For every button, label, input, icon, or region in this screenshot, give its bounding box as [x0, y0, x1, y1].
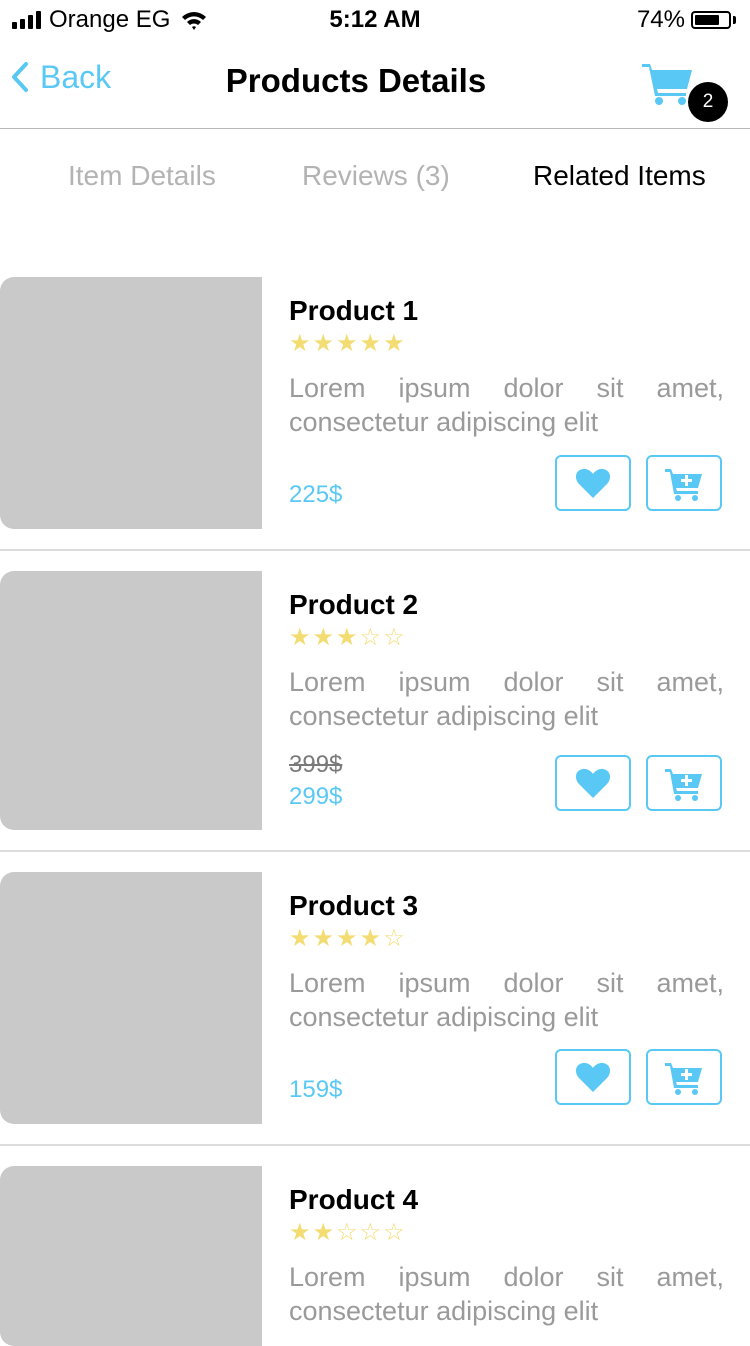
product-description: Lorem ipsum dolor sit amet, consectetur … [289, 667, 724, 731]
product-name: Product 2 [289, 589, 419, 620]
product-price: 225$ [289, 481, 343, 508]
product-card[interactable]: Product 2 ★★★☆☆ Lorem ipsum dolor sit am… [0, 571, 750, 830]
status-right: 74% [637, 6, 736, 34]
battery-percent: 74% [636, 6, 685, 33]
product-description: Lorem ipsum dolor sit amet, consectetur … [289, 968, 724, 1032]
add-to-cart-button[interactable] [646, 755, 722, 811]
tab-item-details[interactable]: Item Details [68, 160, 216, 192]
favorite-button[interactable] [555, 755, 631, 811]
divider [0, 549, 750, 551]
battery-cap [733, 16, 736, 24]
cart-count-badge: 2 [688, 82, 728, 122]
tab-reviews[interactable]: Reviews (3) [302, 160, 450, 192]
product-image [0, 872, 262, 1124]
product-name: Product 1 [289, 295, 419, 326]
add-to-cart-button[interactable] [646, 1049, 722, 1105]
product-price: 299$ [289, 783, 343, 810]
tab-bar: Item Details Reviews (3) Related Items [0, 150, 750, 206]
product-image [0, 571, 262, 830]
product-description: Lorem ipsum dolor sit amet, consectetur … [289, 373, 724, 437]
rating-stars: ★★★★★ [289, 330, 407, 357]
status-bar: Orange EG 5:12 AM 74% [0, 0, 750, 40]
product-card[interactable]: Product 4 ★★☆☆☆ Lorem ipsum dolor sit am… [0, 1166, 750, 1346]
product-name: Product 4 [289, 1184, 419, 1215]
product-price: 159$ [289, 1076, 343, 1103]
product-card[interactable]: Product 1 ★★★★★ Lorem ipsum dolor sit am… [0, 277, 750, 529]
heart-icon [575, 768, 611, 798]
divider [0, 1144, 750, 1146]
add-to-cart-button[interactable] [646, 455, 722, 511]
page-title: Products Details [225, 62, 487, 99]
product-description: Lorem ipsum dolor sit amet, consectetur … [289, 1262, 724, 1326]
battery-fill [695, 15, 719, 25]
product-name: Product 3 [289, 890, 419, 921]
product-image [0, 277, 262, 529]
nav-bar: Back Products Details 2 [0, 40, 750, 129]
tab-related-items[interactable]: Related Items [533, 160, 706, 192]
divider [0, 850, 750, 852]
product-image [0, 1166, 262, 1346]
favorite-button[interactable] [555, 455, 631, 511]
cart-plus-icon [665, 469, 702, 501]
cart-plus-icon [665, 769, 702, 801]
heart-icon [575, 1062, 611, 1092]
product-old-price: 399$ [289, 751, 343, 778]
cart-plus-icon [665, 1063, 702, 1095]
product-card[interactable]: Product 3 ★★★★☆ Lorem ipsum dolor sit am… [0, 872, 750, 1124]
heart-icon [575, 468, 611, 498]
rating-stars: ★★☆☆☆ [289, 1219, 407, 1246]
rating-stars: ★★★★☆ [289, 925, 407, 952]
rating-stars: ★★★☆☆ [289, 624, 407, 651]
battery-icon [691, 11, 731, 29]
favorite-button[interactable] [555, 1049, 631, 1105]
